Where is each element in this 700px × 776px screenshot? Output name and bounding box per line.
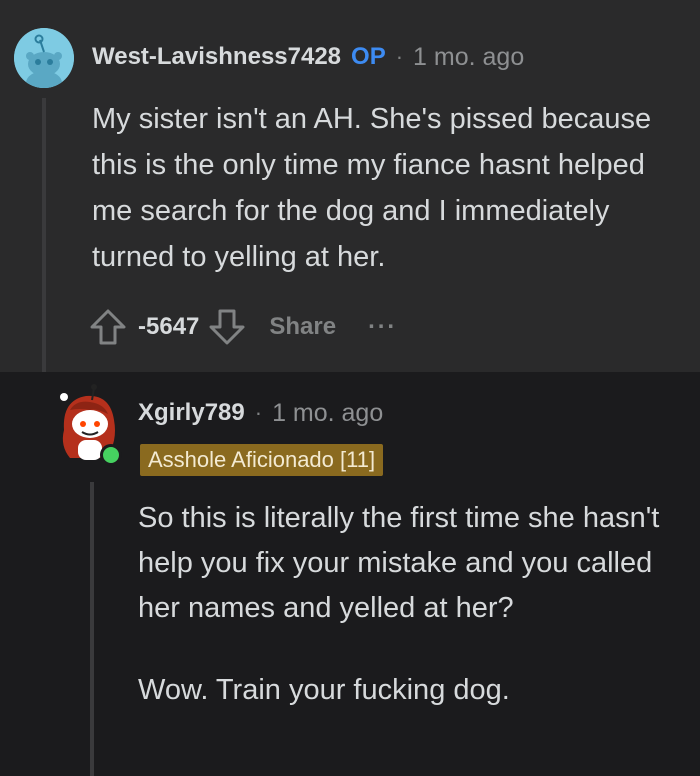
comment-meta: West-Lavishness7428 OP · 1 mo. ago: [92, 40, 524, 74]
thread-line[interactable]: [90, 482, 94, 776]
comment-paragraph: So this is literally the first time she …: [138, 502, 660, 624]
downvote-icon[interactable]: [205, 305, 249, 349]
username[interactable]: Xgirly789: [138, 399, 245, 427]
thread-line[interactable]: [42, 98, 46, 372]
upvote-icon[interactable]: [86, 305, 130, 349]
vote-score: -5647: [138, 313, 200, 340]
more-options-button[interactable]: ...: [368, 307, 397, 335]
username[interactable]: West-Lavishness7428: [92, 43, 341, 71]
comment-paragraph: Wow. Train your fucking dog.: [138, 674, 510, 706]
separator-dot: ·: [395, 44, 404, 69]
share-button[interactable]: Share: [269, 313, 336, 341]
comment-actions: -5647 Share ...: [86, 305, 397, 349]
op-badge: OP: [351, 43, 386, 70]
comment-body: My sister isn't an AH. She's pissed beca…: [92, 103, 652, 273]
timestamp[interactable]: 1 mo. ago: [413, 43, 524, 72]
comment-body: So this is literally the first time she …: [138, 496, 678, 750]
timestamp[interactable]: 1 mo. ago: [272, 399, 383, 428]
user-avatar[interactable]: [56, 380, 126, 470]
snoo-avatar-icon: [14, 28, 74, 88]
user-avatar[interactable]: [14, 28, 74, 88]
separator-dot: ·: [254, 400, 263, 425]
comment-meta: Xgirly789 · 1 mo. ago: [138, 396, 383, 430]
user-flair: Asshole Aficionado [11]: [140, 444, 384, 476]
online-status-indicator: [100, 444, 122, 466]
